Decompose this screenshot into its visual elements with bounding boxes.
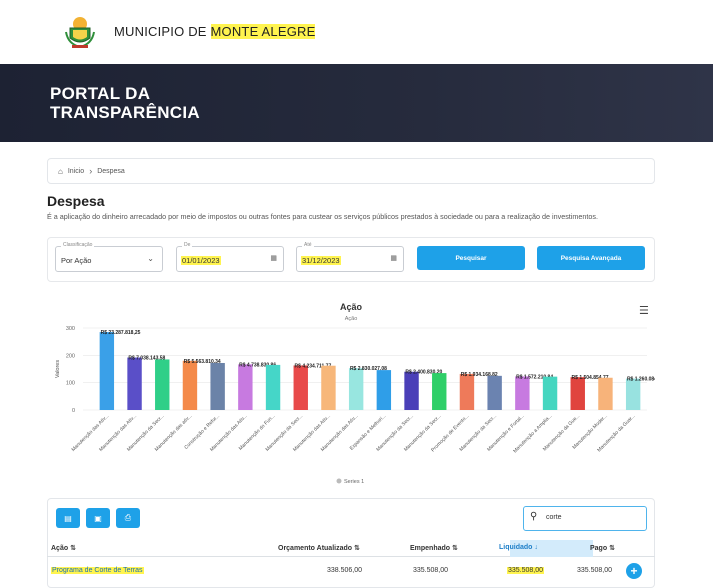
chart-bar <box>210 362 225 410</box>
export-pdf-button[interactable]: ▣ <box>86 508 110 528</box>
site-header: MUNICIPIO DE MONTE ALEGRE <box>0 0 713 64</box>
chart-data-label: R$ 23.287.818,25 <box>101 330 141 336</box>
page-description: É a aplicação do dinheiro arrecadado por… <box>47 212 598 221</box>
cell-pago: 335.508,00 <box>577 567 613 574</box>
col-orcamento[interactable]: Orçamento Atualizado ⇅ <box>278 544 360 552</box>
chart-bar <box>598 377 613 410</box>
municipality-coat-of-arms-icon[interactable] <box>62 14 98 50</box>
chart-bar <box>182 360 198 410</box>
classificacao-label: Classificação <box>61 242 95 248</box>
chart-bar <box>238 364 253 410</box>
chart-subtitle: Ação <box>345 316 358 322</box>
expand-row-plus-icon[interactable]: + <box>626 563 642 579</box>
chart-bar <box>348 368 364 410</box>
col-pago[interactable]: Pago ⇅ <box>590 544 615 552</box>
date-from-value: 01/01/2023 <box>181 256 221 265</box>
municipality-name: MUNICIPIO DE MONTE ALEGRE <box>114 24 316 39</box>
chart-bar <box>459 373 475 410</box>
export-excel-button[interactable]: ▤ <box>56 508 80 528</box>
chevron-right-icon: › <box>89 166 93 176</box>
legend-marker <box>336 478 342 484</box>
home-icon[interactable]: ⌂ <box>58 167 63 176</box>
table-search-input[interactable]: ⚲ corte <box>523 506 647 531</box>
printer-icon: ⎙ <box>124 513 132 522</box>
cell-orcamento: 338.506,00 <box>327 567 363 574</box>
chart-bar <box>432 373 447 410</box>
classificacao-select[interactable]: Classificação Por Ação ⌄ <box>55 242 163 272</box>
chart-bar <box>376 370 392 410</box>
advanced-search-button[interactable]: Pesquisa Avançada <box>537 246 645 270</box>
chart-bar <box>542 376 558 410</box>
page-title: Despesa <box>47 193 105 209</box>
table-search-value: corte <box>546 514 562 521</box>
chart-y-tick-label: 0 <box>72 408 75 414</box>
chart-bar <box>265 364 281 410</box>
chart-bar <box>404 371 419 410</box>
breadcrumb-current: Despesa <box>97 167 125 175</box>
col-liquidado[interactable]: Liquidado ↓ <box>499 544 538 551</box>
cell-empenhado: 335.508,00 <box>413 567 449 574</box>
chart-bar <box>321 365 336 410</box>
sort-icon: ⇅ <box>452 545 458 552</box>
chart-y-tick-label: 100 <box>66 381 75 387</box>
portal-title: PORTAL DA TRANSPARÊNCIA <box>50 84 200 122</box>
hamburger-menu-icon[interactable]: ☰ <box>639 304 649 317</box>
chart-bar <box>515 376 530 410</box>
search-button[interactable]: Pesquisar <box>417 246 525 270</box>
chart-y-axis-label: Valores <box>55 360 61 378</box>
date-from-label: De <box>182 242 193 248</box>
chart-legend-label: Series 1 <box>344 479 364 485</box>
breadcrumb: ⌂ Inicio › Despesa <box>47 158 655 184</box>
cell-liquidado: 335.508,00 <box>507 567 545 574</box>
chart-bar <box>99 332 115 410</box>
chart-bar <box>155 359 170 410</box>
sort-icon: ⇅ <box>353 545 360 552</box>
chevron-down-icon: ⌄ <box>147 254 154 263</box>
table-header: Ação ⇅ Orçamento Atualizado ⇅ Empenhado … <box>47 540 655 557</box>
sort-desc-icon: ↓ <box>534 544 538 551</box>
breadcrumb-home[interactable]: Inicio <box>68 168 84 175</box>
col-acao[interactable]: Ação ⇅ <box>51 544 76 552</box>
chart-y-tick-label: 300 <box>66 326 75 332</box>
chart-bar <box>487 375 502 410</box>
chart-bar <box>570 377 585 410</box>
expense-chart: Ação Ação Valores 0 100 200 300 R$ 23.287.818,2… <box>47 292 664 492</box>
chart-bar <box>625 378 641 410</box>
chart-title: Ação <box>340 302 363 312</box>
date-from-field[interactable]: De 01/01/2023 ▦ <box>176 242 284 272</box>
chart-svg: Ação Ação Valores 0 100 200 300 R$ 23.287.818,2… <box>55 302 664 485</box>
chart-bar <box>127 357 142 410</box>
chart-bar <box>293 365 308 410</box>
cell-acao[interactable]: Programa de Corte de Terras <box>51 567 144 574</box>
classificacao-value: Por Ação <box>61 256 92 265</box>
pdf-icon: ▣ <box>94 513 102 523</box>
sort-icon: ⇅ <box>609 545 615 552</box>
date-to-field[interactable]: Até 31/12/2023 ▦ <box>296 242 404 272</box>
excel-icon: ▤ <box>64 513 72 523</box>
col-empenhado[interactable]: Empenhado ⇅ <box>410 544 458 552</box>
chart-y-tick-label: 200 <box>66 353 75 359</box>
sort-icon: ⇅ <box>70 545 76 552</box>
calendar-icon[interactable]: ▦ <box>270 254 277 262</box>
chart-data-label: R$ 1.260.084,03 <box>627 377 655 383</box>
date-to-label: Até <box>302 242 314 248</box>
print-button[interactable]: ⎙ <box>116 508 140 528</box>
date-to-value: 31/12/2023 <box>301 256 341 265</box>
table-row[interactable]: Programa de Corte de Terras 338.506,00 3… <box>47 557 655 584</box>
calendar-icon[interactable]: ▦ <box>390 254 397 262</box>
search-icon: ⚲ <box>530 511 538 522</box>
